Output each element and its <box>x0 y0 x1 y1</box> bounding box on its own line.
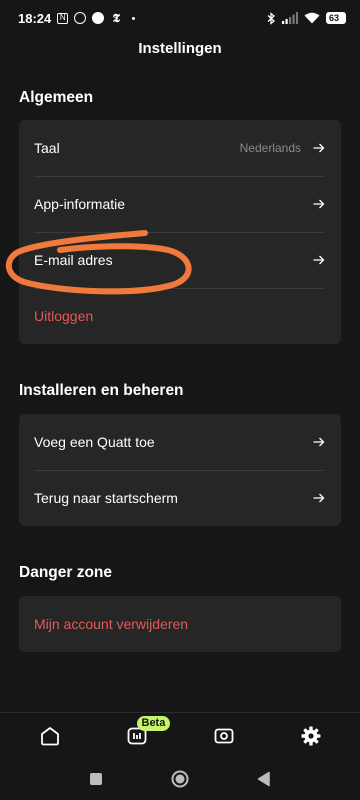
back-button[interactable] <box>253 768 275 790</box>
nav-home[interactable] <box>28 716 72 756</box>
add-quatt-label: Voeg een Quatt toe <box>34 434 155 450</box>
logout-label: Uitloggen <box>34 308 94 324</box>
news-icon <box>92 12 105 24</box>
language-label: Taal <box>34 140 60 156</box>
nfc-icon: N <box>57 12 69 24</box>
signal-icon <box>282 12 298 24</box>
recents-button[interactable] <box>85 768 107 790</box>
more-notifications-icon <box>132 16 136 20</box>
device-icon <box>214 728 233 743</box>
bluetooth-icon <box>267 11 275 25</box>
whatsapp-icon <box>74 12 87 24</box>
square-icon <box>90 773 102 785</box>
status-time: 18:24 <box>18 10 52 26</box>
language-row[interactable]: Taal Nederlands <box>19 120 341 176</box>
nav-insights[interactable]: Beta <box>115 715 171 756</box>
back-home-row[interactable]: Terug naar startscherm <box>19 470 341 526</box>
email-label: E-mail adres <box>34 252 113 268</box>
danger-card: Mijn account verwijderen <box>19 596 341 652</box>
section-title-danger: Danger zone <box>19 564 113 581</box>
arrow-right-icon <box>313 143 325 153</box>
nyt-icon: 𝕿 <box>112 10 120 25</box>
add-quatt-row[interactable]: Voeg een Quatt toe <box>19 414 341 470</box>
home-system-button[interactable] <box>169 768 191 790</box>
language-right: Nederlands <box>240 141 325 155</box>
nav-device[interactable] <box>202 716 246 756</box>
back-home-label: Terug naar startscherm <box>34 490 178 506</box>
status-left: 18:24 N 𝕿 <box>18 10 136 26</box>
page-title: Instellingen <box>138 40 222 57</box>
email-row[interactable]: E-mail adres <box>19 232 341 288</box>
arrow-right-icon <box>313 493 325 503</box>
triangle-back-icon <box>257 771 270 787</box>
nav-settings[interactable] <box>289 716 333 756</box>
bottom-nav: Beta <box>0 712 360 758</box>
circle-icon <box>171 770 189 788</box>
language-value: Nederlands <box>239 141 301 155</box>
status-right: 63 <box>267 11 346 25</box>
settings-icon <box>301 726 320 745</box>
section-title-general: Algemeen <box>19 89 94 106</box>
app-info-row[interactable]: App-informatie <box>19 176 341 232</box>
beta-badge: Beta <box>136 715 171 731</box>
arrow-right-icon <box>313 437 325 447</box>
arrow-right-icon <box>313 199 325 209</box>
delete-account-label: Mijn account verwijderen <box>34 616 189 632</box>
app-info-label: App-informatie <box>34 196 126 212</box>
logout-row[interactable]: Uitloggen <box>19 288 341 344</box>
delete-account-row[interactable]: Mijn account verwijderen <box>19 596 341 652</box>
wifi-icon <box>304 12 320 24</box>
home-icon <box>40 726 59 745</box>
general-card: Taal Nederlands App-informatie E-mail ad… <box>19 120 341 344</box>
arrow-right-icon <box>313 255 325 265</box>
system-nav <box>0 758 360 800</box>
battery-indicator: 63 <box>326 12 346 24</box>
section-title-install: Installeren en beheren <box>19 382 184 399</box>
status-bar: 18:24 N 𝕿 63 <box>0 0 360 36</box>
install-card: Voeg een Quatt toe Terug naar startscher… <box>19 414 341 526</box>
